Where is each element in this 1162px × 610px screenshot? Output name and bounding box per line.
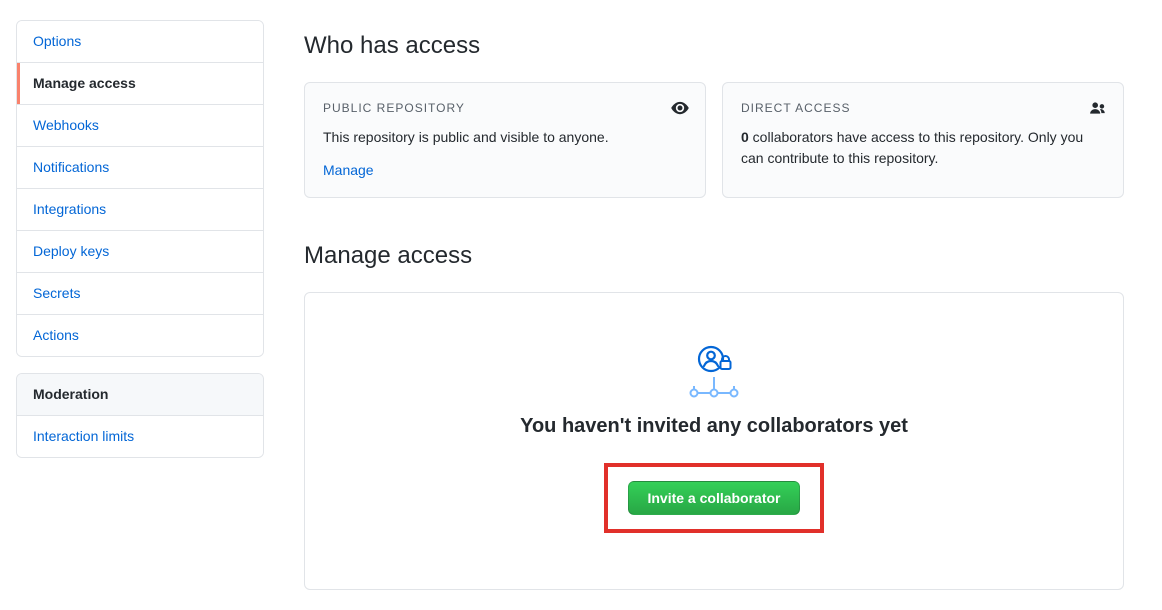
manage-access-box: You haven't invited any collaborators ye…	[304, 292, 1124, 590]
sidebar-item-label: Actions	[33, 327, 79, 343]
people-icon	[1089, 99, 1107, 117]
card-heading: PUBLIC REPOSITORY	[323, 99, 687, 117]
sidebar-item-label: Secrets	[33, 285, 80, 301]
manage-visibility-link[interactable]: Manage	[323, 162, 374, 178]
sidebar-item-deploy-keys[interactable]: Deploy keys	[17, 231, 263, 273]
sidebar-item-notifications[interactable]: Notifications	[17, 147, 263, 189]
card-body: This repository is public and visible to…	[323, 127, 687, 148]
card-heading: DIRECT ACCESS	[741, 99, 1105, 117]
sidebar-item-interaction-limits[interactable]: Interaction limits	[17, 416, 263, 457]
moderation-menu: Moderation Interaction limits	[16, 373, 264, 458]
collaborators-illustration-icon	[682, 343, 746, 399]
sidebar-item-label: Interaction limits	[33, 428, 134, 444]
moderation-heading: Moderation	[17, 374, 263, 416]
settings-sidebar: Options Manage access Webhooks Notificat…	[16, 20, 264, 590]
settings-menu: Options Manage access Webhooks Notificat…	[16, 20, 264, 357]
access-cards: PUBLIC REPOSITORY This repository is pub…	[304, 82, 1124, 198]
eye-icon	[671, 99, 689, 117]
sidebar-item-options[interactable]: Options	[17, 21, 263, 63]
direct-access-card: DIRECT ACCESS 0 collaborators have acces…	[722, 82, 1124, 198]
sidebar-item-manage-access[interactable]: Manage access	[17, 63, 263, 105]
sidebar-item-label: Deploy keys	[33, 243, 109, 259]
collaborator-count: 0	[741, 129, 749, 145]
sidebar-item-secrets[interactable]: Secrets	[17, 273, 263, 315]
sidebar-item-integrations[interactable]: Integrations	[17, 189, 263, 231]
public-repository-card: PUBLIC REPOSITORY This repository is pub…	[304, 82, 706, 198]
card-body-text: collaborators have access to this reposi…	[741, 129, 1083, 166]
card-body: 0 collaborators have access to this repo…	[741, 127, 1105, 169]
sidebar-item-label: Manage access	[33, 75, 136, 91]
sidebar-item-label: Options	[33, 33, 81, 49]
sidebar-item-label: Notifications	[33, 159, 109, 175]
sidebar-item-label: Webhooks	[33, 117, 99, 133]
sidebar-item-webhooks[interactable]: Webhooks	[17, 105, 263, 147]
manage-access-title: Manage access	[304, 238, 1124, 274]
empty-state-title: You haven't invited any collaborators ye…	[345, 411, 1083, 441]
who-has-access-title: Who has access	[304, 28, 1124, 64]
invite-collaborator-button[interactable]: Invite a collaborator	[628, 481, 799, 515]
tutorial-highlight-frame: Invite a collaborator	[604, 463, 823, 533]
sidebar-item-label: Integrations	[33, 201, 106, 217]
main-content: Who has access PUBLIC REPOSITORY This re…	[264, 20, 1124, 590]
sidebar-item-actions[interactable]: Actions	[17, 315, 263, 356]
